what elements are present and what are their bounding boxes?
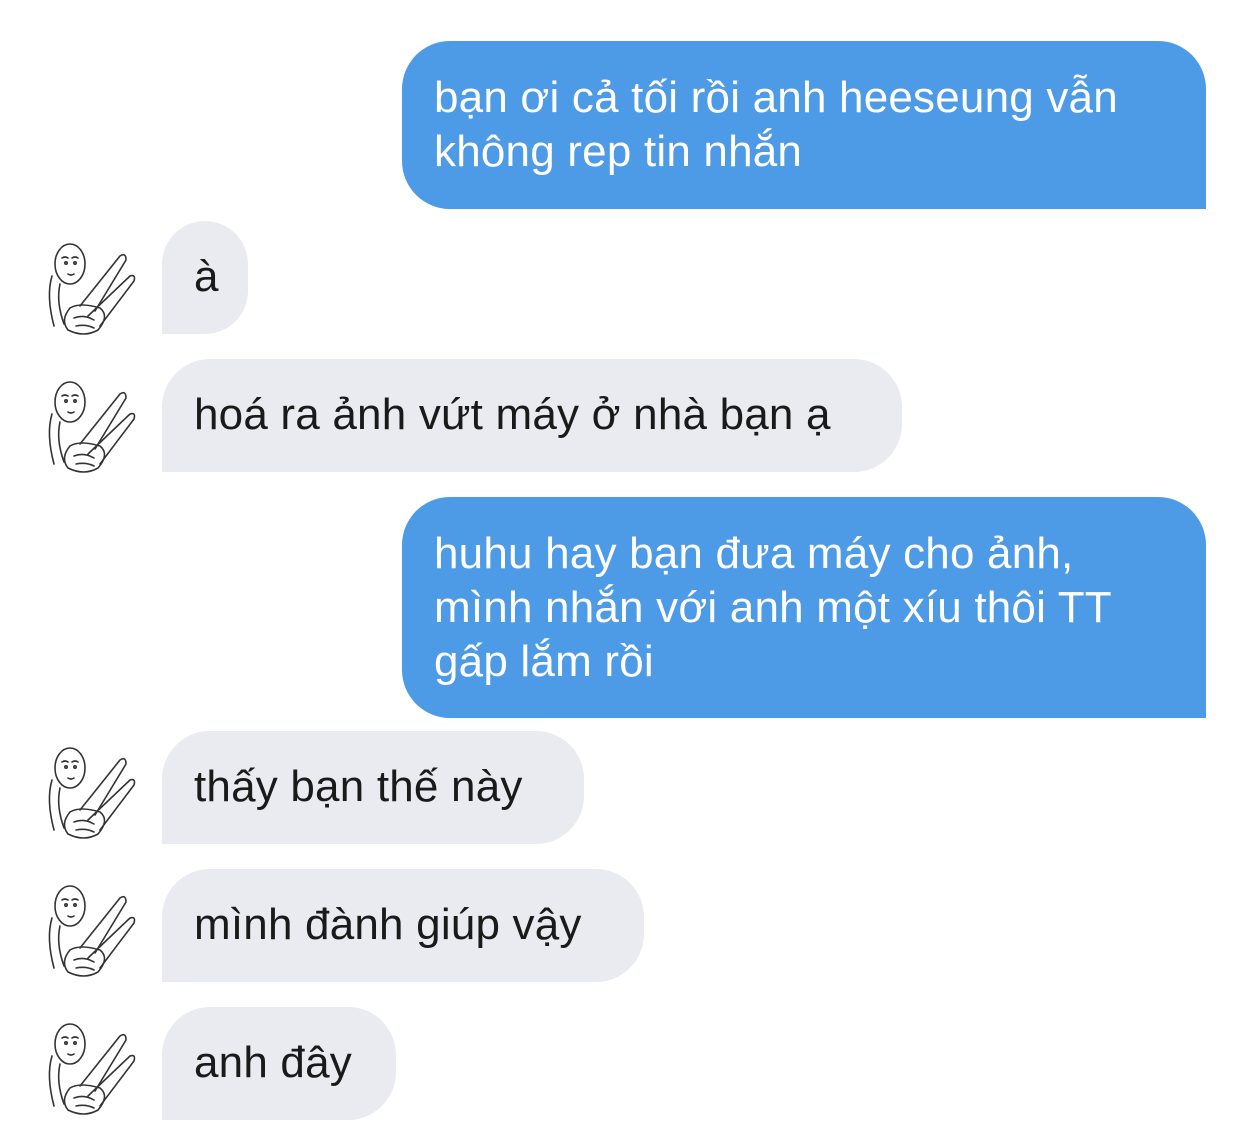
message-text: bạn ơi cả tối rồi anh heeseung vẫn không… [434,73,1118,176]
received-message-bubble[interactable]: mình đành giúp vậy [162,869,644,982]
peace-sign-doodle-icon [48,381,136,473]
message-text: mình đành giúp vậy [194,900,582,949]
contact-avatar[interactable] [40,1016,144,1120]
contact-avatar[interactable] [40,740,144,844]
sent-message-bubble[interactable]: bạn ơi cả tối rồi anh heeseung vẫn không… [402,41,1206,209]
received-message-bubble[interactable]: hoá ra ảnh vứt máy ở nhà bạn ạ [162,359,902,472]
peace-sign-doodle-icon [48,243,136,335]
peace-sign-doodle-icon [48,885,136,977]
message-text: à [194,252,219,301]
message-text: anh đây [194,1038,352,1087]
peace-sign-doodle-icon [48,747,136,839]
received-message-bubble[interactable]: anh đây [162,1007,396,1120]
contact-avatar[interactable] [40,878,144,982]
message-text: thấy bạn thế này [194,762,523,811]
peace-sign-doodle-icon [48,1023,136,1115]
received-message-bubble[interactable]: thấy bạn thế này [162,731,584,844]
message-text: hoá ra ảnh vứt máy ở nhà bạn ạ [194,390,831,439]
contact-avatar[interactable] [40,236,144,340]
message-text: huhu hay bạn đưa máy cho ảnh, mình nhắn … [434,529,1112,686]
received-message-bubble[interactable]: à [162,221,248,334]
contact-avatar[interactable] [40,374,144,478]
sent-message-bubble[interactable]: huhu hay bạn đưa máy cho ảnh, mình nhắn … [402,497,1206,718]
